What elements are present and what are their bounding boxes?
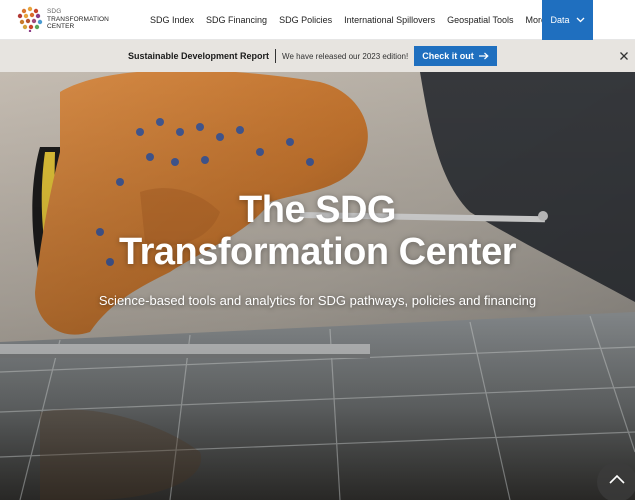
nav-item-sdg-financing[interactable]: SDG Financing	[206, 15, 267, 25]
arrow-right-icon	[478, 52, 489, 60]
logo-line-2: TRANSFORMATION	[47, 15, 109, 23]
scroll-to-top-button[interactable]	[597, 462, 635, 500]
announcement-divider	[275, 49, 277, 63]
chevron-down-icon	[576, 17, 584, 23]
nav-item-sdg-index[interactable]: SDG Index	[150, 15, 194, 25]
hero-subtitle: Science-based tools and analytics for SD…	[98, 293, 537, 308]
announcement-title: Sustainable Development Report	[128, 51, 270, 61]
hero-title-line-1: The SDG	[239, 189, 396, 231]
top-navigation: SDG TRANSFORMATION CENTER SDG Index SDG …	[0, 0, 635, 40]
logo-line-1: SDG	[47, 8, 62, 15]
hero-overlay	[0, 72, 635, 500]
sdg-wheel-logo-icon	[17, 6, 43, 32]
data-menu-button[interactable]: Data	[542, 0, 593, 40]
close-icon[interactable]	[619, 51, 629, 61]
hero-title-line-2: Transformation Center	[118, 231, 517, 273]
data-menu-label: Data	[550, 15, 570, 25]
nav-item-sdg-policies[interactable]: SDG Policies	[279, 15, 332, 25]
nav-links: SDG Index SDG Financing SDG Policies Int…	[150, 0, 558, 40]
announcement-bar: Sustainable Development Report We have r…	[0, 40, 635, 72]
hero-section: The SDG Transformation Center Science-ba…	[0, 72, 635, 500]
logo-wordmark: SDG TRANSFORMATION CENTER	[47, 8, 109, 31]
logo-line-3: CENTER	[47, 23, 75, 30]
chevron-up-icon	[609, 474, 625, 484]
hero-title: The SDG Transformation Center	[0, 189, 635, 273]
announcement-text: We have released our 2023 edition!	[282, 51, 409, 61]
nav-item-international-spillovers[interactable]: International Spillovers	[344, 15, 435, 25]
nav-item-geospatial-tools[interactable]: Geospatial Tools	[447, 15, 513, 25]
site-logo[interactable]: SDG TRANSFORMATION CENTER	[17, 6, 109, 34]
check-it-out-button[interactable]: Check it out	[414, 46, 497, 66]
check-it-out-label: Check it out	[422, 51, 474, 61]
announcement-content: Sustainable Development Report We have r…	[128, 40, 497, 72]
